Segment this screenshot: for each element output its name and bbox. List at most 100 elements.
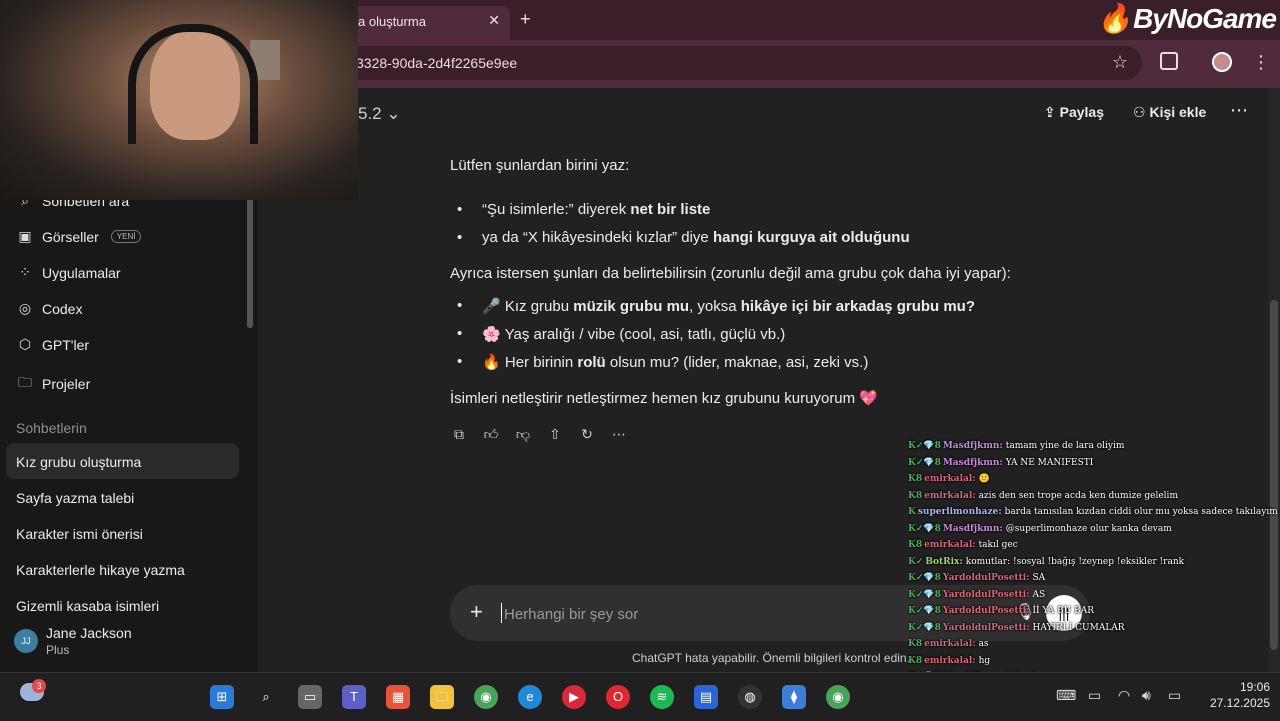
edge-icon[interactable]: e: [518, 685, 542, 709]
system-clock[interactable]: 19:06 27.12.2025: [1200, 679, 1270, 711]
chat-item[interactable]: Kız grubu oluşturma: [16, 454, 141, 470]
date: 27.12.2025: [1209, 696, 1270, 710]
chrome-icon[interactable]: ◉: [474, 685, 498, 709]
obs-icon[interactable]: ◍: [738, 685, 762, 709]
chat-username: YardoldulPosetti:: [942, 573, 1030, 583]
model-selector[interactable]: 5.2 ⌄: [358, 104, 401, 124]
chat-username: emirkalal:: [924, 639, 976, 649]
chat-badges-icon: K✓💎8: [908, 606, 941, 616]
chat-text: SA: [1032, 573, 1046, 583]
chat-username: BotRix:: [925, 556, 963, 567]
file-explorer-icon[interactable]: 🗀: [430, 685, 454, 709]
avatar: JJ: [14, 629, 38, 653]
prompt-input[interactable]: [502, 603, 906, 625]
chat-username: emirkalal:: [924, 474, 976, 484]
time: 19:06: [1239, 680, 1270, 694]
tab-title: a oluşturma: [358, 14, 426, 29]
fire-icon: 🔥: [482, 354, 501, 371]
notification-badge: 3: [32, 679, 46, 693]
option-text: ya da “X hikâyesindeki kızlar” diye: [482, 229, 713, 246]
model-label: 5.2: [358, 104, 382, 123]
media-player-icon[interactable]: ▶: [562, 685, 586, 709]
thumbs-up-icon[interactable]: 👍︎: [482, 426, 500, 444]
chat-message: K✓ BotRix: komutlar: !sosyal !bağış !zeyne…: [908, 554, 1280, 571]
spotify-icon[interactable]: ≋: [650, 685, 674, 709]
chat-item[interactable]: Sayfa yazma talebi: [16, 490, 134, 506]
chevron-down-icon: ⌄: [386, 104, 401, 123]
taskbar: 3 ⊞ ⌕ ▭ T ▦ 🗀 ◉ e ▶ O ≋ ▤ ◍ ⧫ ◉ ⌨ ▭ ◠ 🔊︎…: [0, 672, 1280, 721]
url-text[interactable]: 3328-90da-2d4f2265e9ee: [356, 55, 517, 71]
start-icon[interactable]: ⊞: [210, 685, 234, 709]
chat-username: emirkalal:: [924, 540, 976, 550]
more-options-icon[interactable]: ⋯: [1230, 100, 1248, 121]
option-bold: net bir liste: [630, 201, 711, 218]
bookmark-star-icon[interactable]: ☆: [1112, 52, 1128, 73]
chat-message: K8 emirkalal: azis den sen trope acda ken …: [908, 488, 1280, 505]
chat-username: Masdfjkmn:: [942, 457, 1003, 468]
store-icon[interactable]: ▦: [386, 685, 410, 709]
address-bar[interactable]: 3328-90da-2d4f2265e9ee ☆: [330, 46, 1142, 80]
sidebar-item-apps[interactable]: ⁘ Uygulamalar: [16, 264, 120, 281]
detail-text: , yoksa: [689, 298, 741, 315]
sidebar-item-images[interactable]: ▣ Görseller YENİ: [16, 228, 142, 245]
chat-badges-icon: K8: [908, 540, 923, 550]
folder-icon: 🗀: [18, 374, 32, 390]
opera-icon[interactable]: O: [606, 685, 630, 709]
detail-text: Her birinin: [504, 354, 578, 371]
chat-item[interactable]: Gizemli kasaba isimleri: [16, 598, 159, 614]
battery-icon[interactable]: ▭: [1168, 687, 1181, 704]
remote-desktop-icon[interactable]: ⧫: [782, 685, 806, 709]
chat-message: K8 emirkalal: 🙂: [908, 471, 1280, 488]
task-view-icon[interactable]: ▭: [298, 685, 322, 709]
extensions-icon[interactable]: [1160, 52, 1178, 70]
chat-username: superlimonhaze:: [917, 507, 1002, 517]
share-button[interactable]: ⇪ Paylaş: [1044, 104, 1104, 121]
sidebar-item-projects[interactable]: 🗀 Projeler: [16, 372, 90, 396]
profile-avatar[interactable]: [1212, 52, 1232, 72]
browser-menu-icon[interactable]: ⋮: [1252, 52, 1270, 73]
chat-badges-icon: K✓💎8: [908, 523, 941, 534]
teams-icon[interactable]: T: [342, 685, 366, 709]
share-icon[interactable]: ⇧: [546, 426, 564, 444]
new-tab-button[interactable]: +: [520, 9, 531, 30]
chrome-profile-icon[interactable]: ◉: [826, 685, 850, 709]
regenerate-icon[interactable]: ↻: [578, 426, 596, 444]
chat-item[interactable]: Karakter ismi önerisi: [16, 526, 143, 542]
add-person-label: Kişi ekle: [1149, 104, 1207, 120]
chat-message: Ksuperlimonhaze: barda tanısılan kızdan c…: [908, 504, 1280, 521]
new-badge: YENİ: [110, 230, 142, 243]
add-attachment-button[interactable]: +: [470, 599, 483, 625]
user-name: Jane Jackson: [46, 625, 132, 641]
apps-icon: ⁘: [19, 264, 31, 280]
sidebar-item-label: Codex: [42, 300, 83, 317]
close-tab-icon[interactable]: ✕: [488, 12, 500, 29]
user-menu[interactable]: JJ Jane Jackson Plus: [0, 618, 258, 668]
chats-section-label: Sohbetlerin: [16, 420, 87, 436]
detail-bold: rolü: [577, 354, 606, 371]
chat-badges-icon: K✓: [908, 556, 924, 567]
wifi-icon[interactable]: ◠: [1118, 687, 1130, 704]
more-icon[interactable]: ⋯: [610, 426, 628, 444]
chat-badges-icon: K✓💎8: [908, 589, 941, 600]
chat-text: AS: [1032, 589, 1046, 600]
copy-icon[interactable]: ⧉: [450, 426, 468, 444]
chat-badges-icon: K✓💎8: [908, 622, 941, 633]
add-person-button[interactable]: ⚇ Kişi ekle: [1133, 104, 1206, 121]
thumbs-down-icon[interactable]: 👎︎: [514, 426, 532, 444]
chat-message: K✓💎8 YardoldulPosetti: İİ YA BU BAR: [908, 603, 1280, 620]
volume-icon[interactable]: 🔊︎: [1142, 687, 1151, 704]
chat-item[interactable]: Karakterlerle hikaye yazma: [16, 562, 185, 578]
keyboard-icon[interactable]: ⌨: [1056, 687, 1076, 704]
display-icon[interactable]: ▭: [1088, 687, 1101, 704]
sidebar-scrollbar[interactable]: [247, 188, 253, 328]
chat-text: as: [978, 639, 989, 649]
search-icon[interactable]: ⌕: [254, 685, 278, 709]
chat-text: barda tanısılan kızdan ciddi olur mu yok…: [1004, 507, 1280, 517]
document-icon[interactable]: ▤: [694, 685, 718, 709]
option-bold: hangi kurguya ait olduğunu: [712, 229, 910, 246]
chat-message: K✓💎8 YardoldulPosetti: AS: [908, 587, 1280, 604]
sidebar-item-gpts[interactable]: ⬡ GPT'ler: [16, 336, 89, 353]
sidebar-item-codex[interactable]: ◎ Codex: [16, 300, 83, 317]
brand-watermark: 🔥ByNoGame: [1097, 2, 1277, 35]
chat-text: YA NE MANIFESTI: [1005, 457, 1094, 468]
